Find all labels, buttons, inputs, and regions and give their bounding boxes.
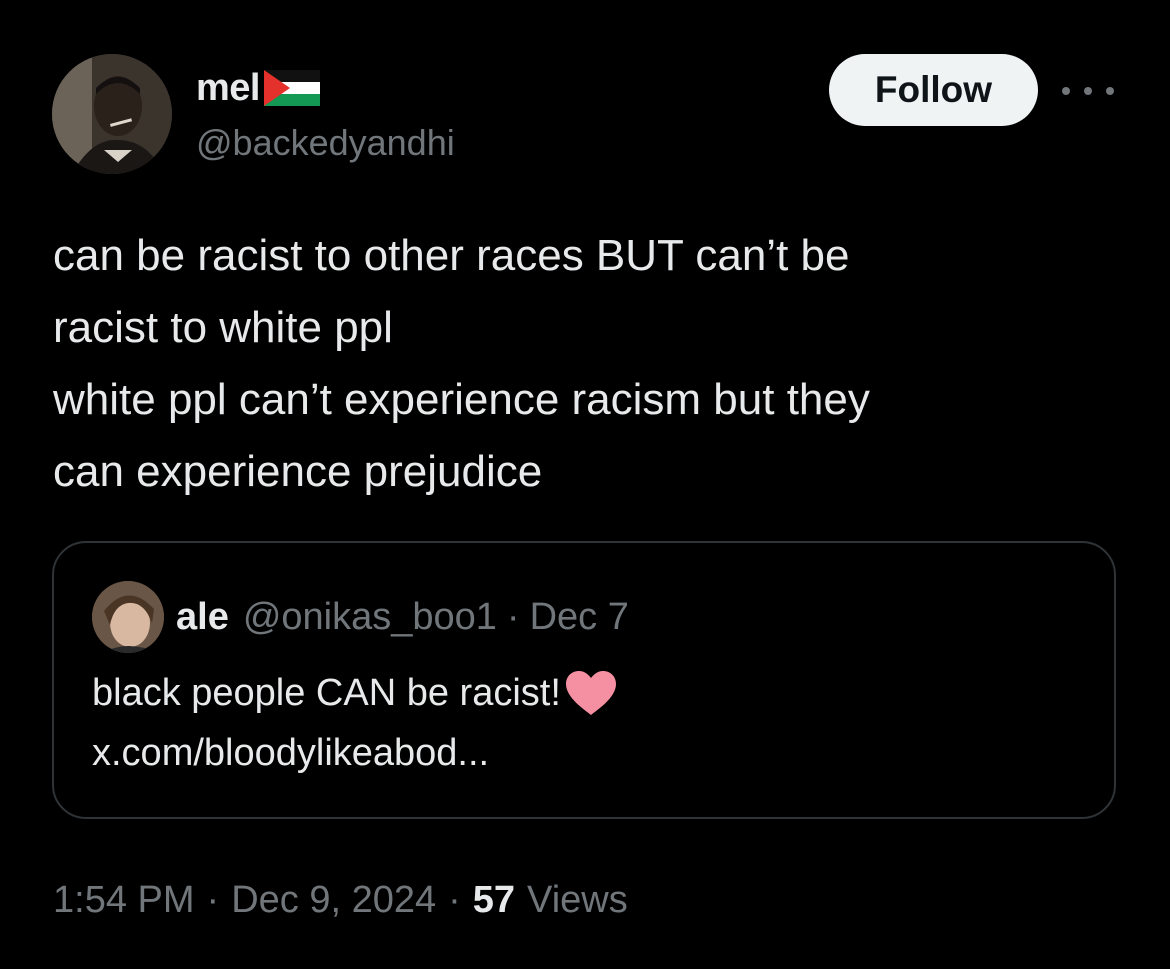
quoted-tweet-card[interactable]: ale @onikas_boo1 · Dec 7 black people CA… xyxy=(52,541,1116,819)
author-name-row: mel xyxy=(196,64,320,112)
author-display-name[interactable]: mel xyxy=(196,67,260,110)
quoted-tweet-text: black people CAN be racist! x.com/bloody… xyxy=(92,663,619,783)
more-dot xyxy=(1106,87,1114,95)
quoted-tweet-header: ale @onikas_boo1 · Dec 7 xyxy=(176,593,629,641)
views-count: 57 xyxy=(472,878,516,921)
views-label: Views xyxy=(527,878,628,921)
quoted-date: Dec 7 xyxy=(529,595,629,638)
tweet-text: can be racist to other races BUT can’t b… xyxy=(53,220,1103,508)
tweet-text-line: can experience prejudice xyxy=(53,447,543,496)
quoted-author-handle: @onikas_boo1 xyxy=(242,595,497,638)
pink-heart-icon xyxy=(563,668,619,718)
quoted-separator: · xyxy=(506,595,520,638)
tweet-time[interactable]: 1:54 PM xyxy=(53,879,195,922)
quoted-link-text[interactable]: x.com/bloodylikeabod... xyxy=(92,723,619,783)
meta-separator: · xyxy=(206,878,220,921)
tweet-meta: 1:54 PM · Dec 9, 2024 · 57 Views xyxy=(53,872,628,928)
quoted-text-content: black people CAN be racist! xyxy=(92,672,561,714)
quoted-text-line: black people CAN be racist! xyxy=(92,663,619,723)
tweet: mel @backedyandhi Follow can be racist t… xyxy=(0,0,1170,969)
tweet-text-line: can be racist to other races BUT can’t b… xyxy=(53,231,850,280)
quoted-author-avatar xyxy=(92,581,164,653)
tweet-text-line: white ppl can’t experience racism but th… xyxy=(53,375,870,424)
more-dot xyxy=(1062,87,1070,95)
meta-separator: · xyxy=(448,878,461,921)
more-horizontal-icon[interactable] xyxy=(1062,78,1114,104)
tweet-text-line: racist to white ppl xyxy=(53,303,393,352)
quoted-author-name: ale xyxy=(176,595,229,638)
author-handle[interactable]: @backedyandhi xyxy=(196,122,455,164)
more-dot xyxy=(1084,87,1092,95)
palestine-flag-icon xyxy=(263,70,320,106)
tweet-date[interactable]: Dec 9, 2024 xyxy=(231,879,436,922)
follow-button[interactable]: Follow xyxy=(829,54,1038,126)
author-avatar[interactable] xyxy=(52,54,172,174)
